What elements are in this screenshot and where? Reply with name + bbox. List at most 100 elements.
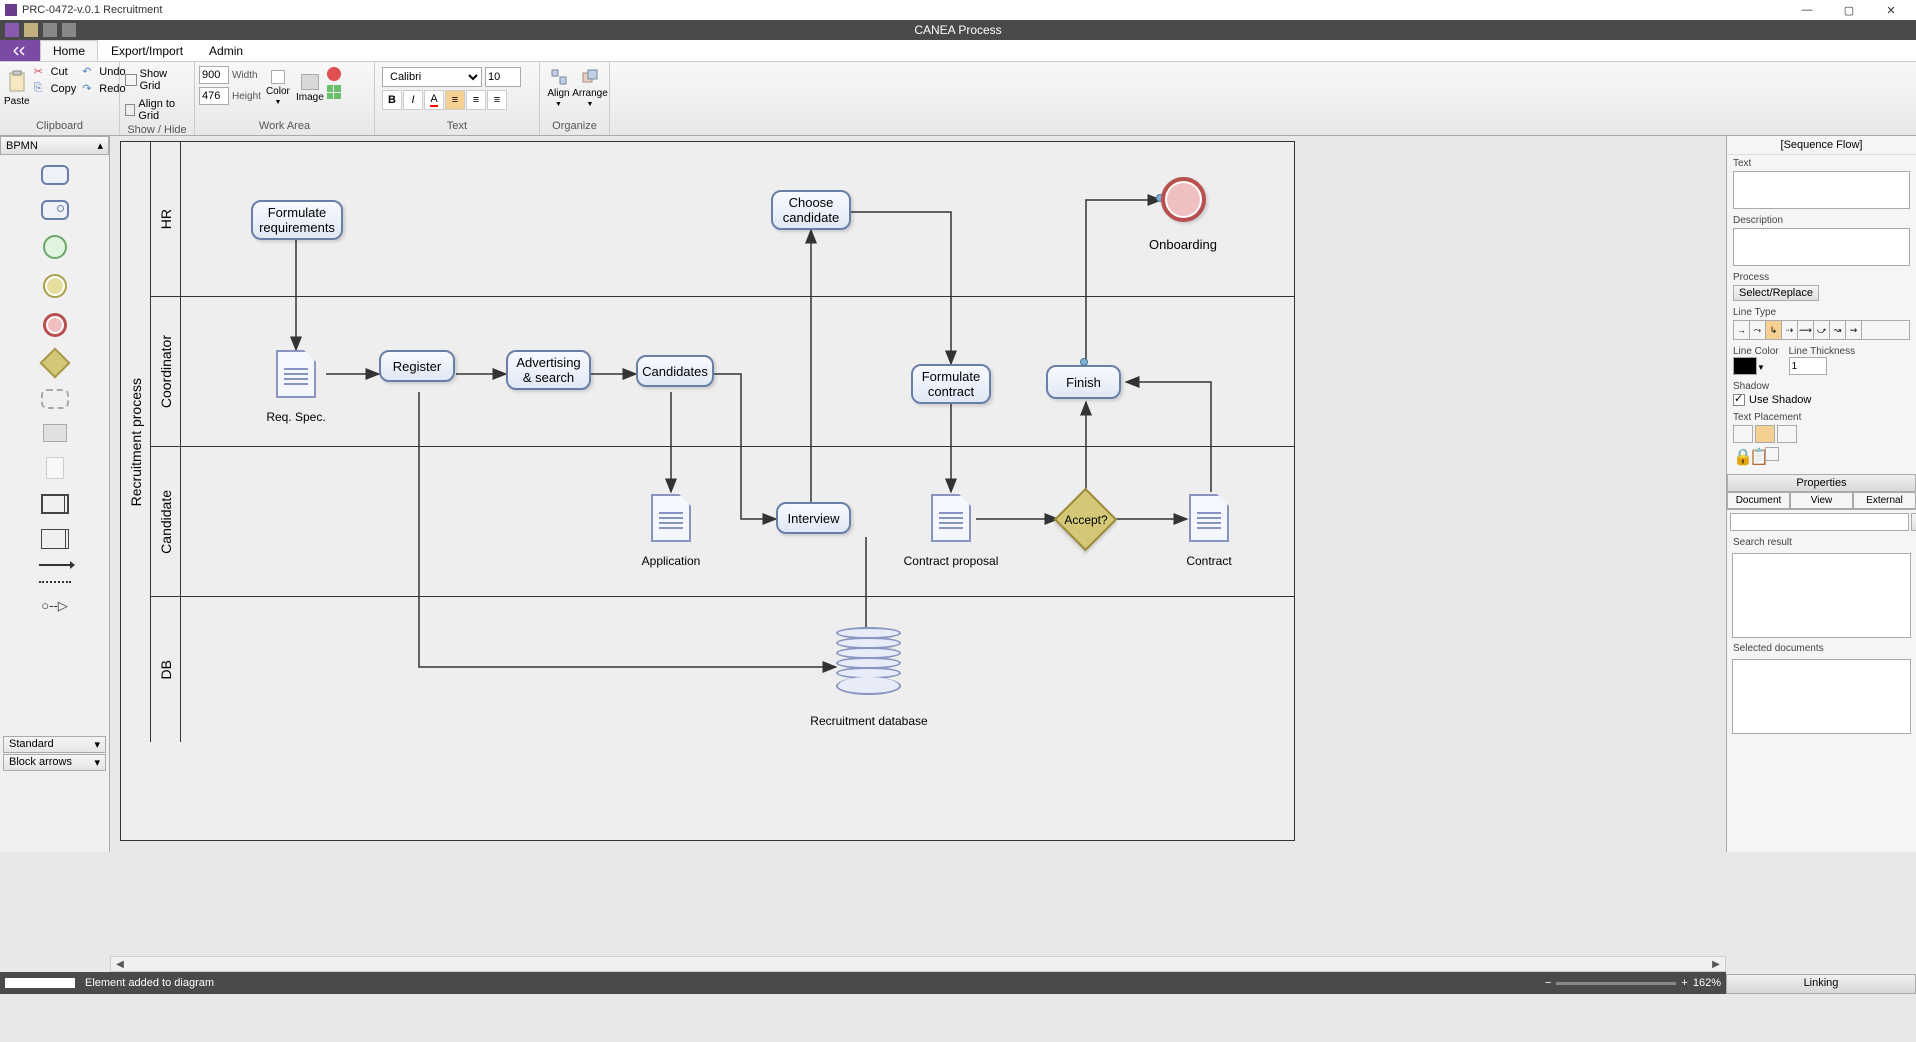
task-interview[interactable]: Interview xyxy=(776,502,851,534)
ribbon-tabs: Home Export/Import Admin xyxy=(0,40,1916,62)
font-size-input[interactable] xyxy=(485,67,521,87)
task-candidates[interactable]: Candidates xyxy=(636,355,714,387)
selection-handle[interactable] xyxy=(1080,358,1088,366)
lock-icon[interactable]: 🔒 xyxy=(1733,447,1747,461)
color-button[interactable]: Color▼ xyxy=(263,64,293,112)
selected-docs-list[interactable] xyxy=(1732,659,1911,734)
text-input[interactable] xyxy=(1733,171,1910,209)
task-choose-candidate[interactable]: Choose candidate xyxy=(771,190,851,230)
shape-subprocess[interactable] xyxy=(41,200,69,220)
search-button[interactable]: Search xyxy=(1911,513,1916,531)
undo-icon: ↶ xyxy=(82,65,96,79)
arrange-button[interactable]: Arrange▼ xyxy=(575,64,605,112)
group-label-clipboard: Clipboard xyxy=(4,119,115,133)
shape-pool[interactable] xyxy=(41,494,69,514)
align-button[interactable]: Align▼ xyxy=(544,64,573,112)
doc-req-spec[interactable] xyxy=(276,350,316,398)
shapes-category-standard[interactable]: Standard▾ xyxy=(3,736,106,753)
align-left-button[interactable]: ≡ xyxy=(445,90,465,110)
description-input[interactable] xyxy=(1733,228,1910,266)
task-register[interactable]: Register xyxy=(379,350,455,382)
color-swatch-icon xyxy=(271,70,285,84)
doc-application[interactable] xyxy=(651,494,691,542)
shape-intermediate-event[interactable] xyxy=(43,274,67,298)
properties-panel: [Sequence Flow] Text Description Process… xyxy=(1726,136,1916,852)
close-button[interactable]: ✕ xyxy=(1871,1,1911,19)
minimize-button[interactable]: — xyxy=(1787,1,1827,19)
titlebar: PRC-0472-v.0.1 Recruitment — ▢ ✕ xyxy=(0,0,1916,20)
shapes-category-block[interactable]: Block arrows▾ xyxy=(3,754,106,771)
database[interactable] xyxy=(836,627,901,697)
italic-button[interactable]: I xyxy=(403,90,423,110)
align-center-button[interactable]: ≡ xyxy=(466,90,486,110)
task-formulate-requirements[interactable]: Formulate requirements xyxy=(251,200,343,240)
copy-button[interactable]: ⎘Copy xyxy=(32,81,79,97)
doc-contract-proposal[interactable] xyxy=(931,494,971,542)
quick-access-toolbar: CANEA Process xyxy=(0,20,1916,40)
canvas-scrollbar[interactable]: ◀ ▶ xyxy=(110,956,1726,972)
zoom-slider[interactable] xyxy=(1556,982,1676,985)
align-grid-checkbox[interactable]: Align to Grid xyxy=(124,97,190,123)
text-placement-buttons[interactable] xyxy=(1733,425,1910,443)
zoom-out-icon[interactable]: − xyxy=(1545,977,1551,989)
app-menu-button[interactable] xyxy=(0,40,40,61)
end-event-onboarding[interactable] xyxy=(1161,177,1206,222)
shape-start-event[interactable] xyxy=(43,235,67,259)
prop-tab-view[interactable]: View xyxy=(1790,492,1853,509)
properties-search-input[interactable] xyxy=(1730,513,1909,531)
clipboard-icon xyxy=(7,70,27,94)
ribbon: Paste ✂Cut ⎘Copy ↶Undo ↷Redo Clipboard S… xyxy=(0,62,1916,136)
shape-end-event[interactable] xyxy=(43,313,67,337)
prop-tab-document[interactable]: Document xyxy=(1727,492,1790,509)
copy-style-icon[interactable]: 📋 xyxy=(1749,447,1763,461)
shapes-header[interactable]: BPMN▴ xyxy=(0,136,109,155)
align-icon xyxy=(550,68,568,86)
image-icon xyxy=(301,74,319,90)
image-button[interactable]: Image xyxy=(295,64,325,112)
zoom-in-icon[interactable]: + xyxy=(1681,977,1687,989)
paste-button[interactable]: Paste xyxy=(4,64,30,112)
shape-association[interactable]: ○--▷ xyxy=(41,598,68,614)
status-message: Element added to diagram xyxy=(85,977,214,989)
prop-tab-external[interactable]: External xyxy=(1853,492,1916,509)
font-color-button[interactable]: A xyxy=(424,90,444,110)
group-label-organize: Organize xyxy=(544,119,605,133)
task-advertising[interactable]: Advertising & search xyxy=(506,350,591,390)
shape-group[interactable] xyxy=(41,389,69,409)
cut-button[interactable]: ✂Cut xyxy=(32,64,79,80)
pool-title[interactable]: Recruitment process xyxy=(121,142,151,742)
shape-sequence-flow[interactable] xyxy=(39,564,71,566)
width-input[interactable] xyxy=(199,66,229,84)
show-grid-checkbox[interactable]: Show Grid xyxy=(124,67,190,93)
record-icon[interactable] xyxy=(327,67,341,81)
shape-task[interactable] xyxy=(41,165,69,185)
shape-data-object[interactable] xyxy=(43,424,67,442)
grid-icon[interactable] xyxy=(327,85,341,99)
tab-export-import[interactable]: Export/Import xyxy=(98,40,196,61)
height-input[interactable] xyxy=(199,87,229,105)
tab-admin[interactable]: Admin xyxy=(196,40,256,61)
canvas[interactable]: Recruitment process HR Coordinator Candi… xyxy=(110,136,1726,852)
select-replace-button[interactable]: Select/Replace xyxy=(1733,285,1819,301)
box-icon[interactable] xyxy=(1765,447,1779,461)
shape-message-flow[interactable] xyxy=(39,581,71,583)
task-formulate-contract[interactable]: Formulate contract xyxy=(911,364,991,404)
font-select[interactable]: Calibri xyxy=(382,67,482,87)
shape-lane[interactable] xyxy=(41,529,69,549)
progress-indicator xyxy=(5,978,75,988)
line-type-picker[interactable]: →⤳↳⇢⟿⤻↝⇝ xyxy=(1733,320,1910,340)
search-results-list[interactable] xyxy=(1732,553,1911,638)
shape-gateway[interactable] xyxy=(39,347,70,378)
task-finish[interactable]: Finish xyxy=(1046,365,1121,399)
use-shadow-checkbox[interactable]: ✓Use Shadow xyxy=(1733,394,1910,406)
line-thickness-input[interactable] xyxy=(1789,357,1827,375)
bold-button[interactable]: B xyxy=(382,90,402,110)
maximize-button[interactable]: ▢ xyxy=(1829,1,1869,19)
doc-contract[interactable] xyxy=(1189,494,1229,542)
group-label-text: Text xyxy=(379,119,535,133)
align-right-button[interactable]: ≡ xyxy=(487,90,507,110)
line-color-picker[interactable] xyxy=(1733,357,1757,375)
shape-annotation[interactable] xyxy=(46,457,64,479)
tab-home[interactable]: Home xyxy=(40,40,98,61)
properties-header: Properties xyxy=(1727,474,1916,492)
